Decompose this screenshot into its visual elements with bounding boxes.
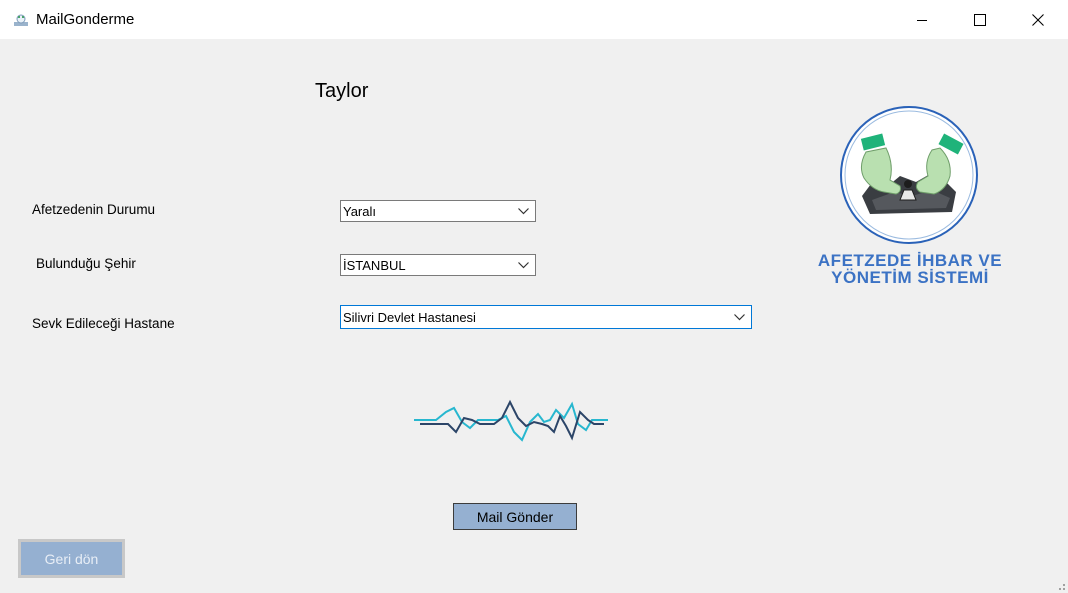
app-logo: AFETZEDE İHBAR VE YÖNETİM SİSTEMİ (812, 104, 1008, 290)
status-combobox[interactable]: Yaralı (340, 200, 536, 222)
chevron-down-icon (518, 262, 529, 269)
close-icon (1032, 13, 1044, 26)
status-label: Afetzedenin Durumu (32, 202, 156, 217)
hospital-label: Sevk Edileceği Hastane (32, 316, 175, 331)
send-mail-button[interactable]: Mail Gönder (453, 503, 577, 530)
city-combobox[interactable]: İSTANBUL (340, 254, 536, 276)
app-icon (14, 14, 28, 26)
logo-emblem-icon (840, 106, 978, 244)
chevron-down-icon (734, 314, 745, 321)
hospital-combobox[interactable]: Silivri Devlet Hastanesi (340, 305, 752, 329)
minimize-icon (917, 19, 927, 21)
maximize-icon (974, 13, 986, 26)
status-combobox-value: Yaralı (343, 204, 376, 219)
logo-text-line2: YÖNETİM SİSTEMİ (831, 268, 989, 287)
back-button[interactable]: Geri dön (18, 539, 125, 578)
window-title: MailGonderme (36, 11, 135, 28)
hospital-combobox-value: Silivri Devlet Hastanesi (343, 310, 476, 325)
close-button[interactable] (1009, 0, 1067, 39)
heartbeat-wave-icon (414, 399, 608, 442)
city-label: Bulunduğu Şehir (36, 256, 136, 271)
resize-grip-icon[interactable] (1056, 581, 1066, 591)
city-combobox-value: İSTANBUL (343, 258, 406, 273)
title-bar: MailGonderme (0, 0, 1068, 39)
page-title: Taylor (315, 80, 369, 102)
back-button-label: Geri dön (21, 542, 122, 575)
chevron-down-icon (518, 208, 529, 215)
minimize-button[interactable] (893, 0, 951, 39)
maximize-button[interactable] (951, 0, 1009, 39)
